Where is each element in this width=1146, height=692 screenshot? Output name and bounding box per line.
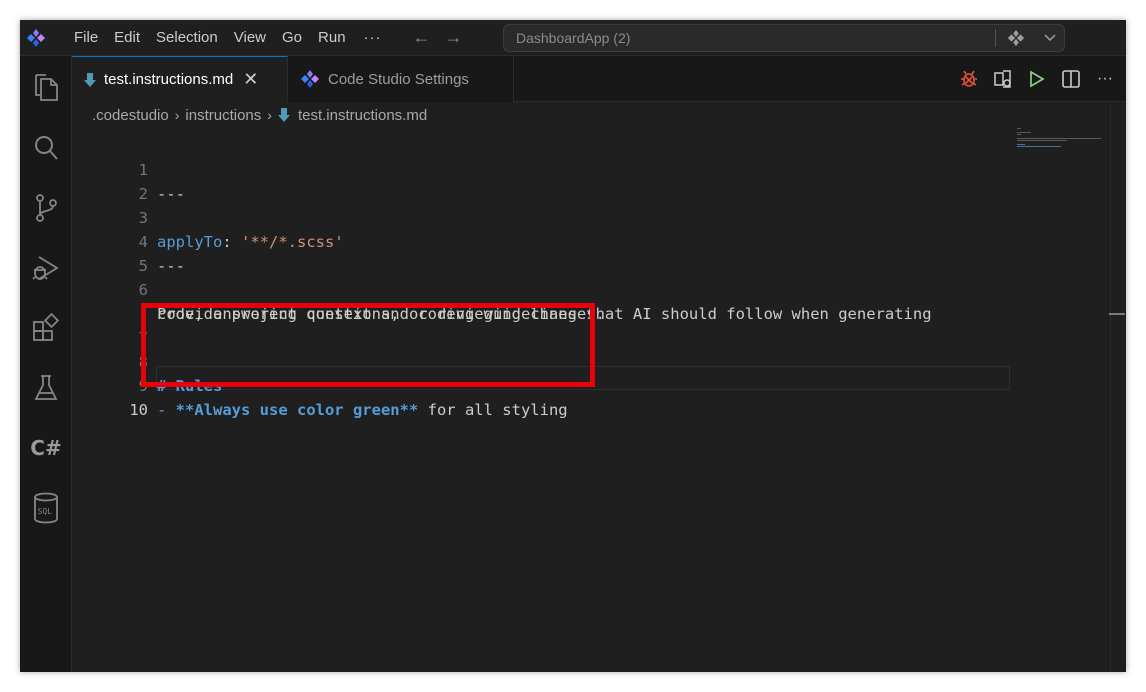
line-number: 10 bbox=[129, 401, 148, 419]
tab-code-studio-settings[interactable]: Code Studio Settings bbox=[288, 56, 514, 102]
csharp-label: C# bbox=[30, 436, 62, 460]
menu-edit[interactable]: Edit bbox=[106, 24, 148, 52]
minimap[interactable] bbox=[1017, 128, 1105, 158]
sql-icon[interactable]: SQL bbox=[28, 490, 64, 526]
bold-text: **Always use color green** bbox=[175, 401, 419, 419]
code-line-8[interactable]: 8 # Rules bbox=[72, 326, 1072, 395]
editor-actions: ··· bbox=[958, 56, 1116, 102]
command-center-text: DashboardApp (2) bbox=[516, 30, 631, 46]
menu-selection[interactable]: Selection bbox=[148, 24, 226, 52]
svg-text:SQL: SQL bbox=[38, 507, 53, 516]
code-line-2[interactable]: 2 bbox=[72, 158, 1072, 203]
activity-bar: C# SQL bbox=[20, 56, 72, 672]
forward-arrow-icon[interactable]: → bbox=[438, 27, 470, 48]
title-bar: File Edit Selection View Go Run ··· ← → … bbox=[20, 20, 1126, 56]
tab-test-instructions[interactable]: test.instructions.md ✕ bbox=[72, 56, 288, 102]
run-icon[interactable] bbox=[1026, 68, 1048, 90]
menu-go[interactable]: Go bbox=[274, 24, 310, 52]
code-line-1[interactable]: 1 --- bbox=[72, 134, 1072, 203]
code-line-6[interactable]: 6 Provide project context and coding gui… bbox=[72, 254, 1072, 323]
markdown-down-arrow-icon bbox=[84, 72, 96, 88]
tab-bar: test.instructions.md ✕ Code Studio Setti… bbox=[72, 56, 1126, 102]
back-arrow-icon[interactable]: ← bbox=[406, 27, 438, 48]
scrollbar-cursor-marker bbox=[1109, 313, 1125, 315]
app-logo-icon[interactable] bbox=[22, 24, 50, 52]
breadcrumb: .codestudio › instructions › test.instru… bbox=[92, 104, 427, 126]
list-bullet: - bbox=[157, 401, 176, 419]
menu-view[interactable]: View bbox=[226, 24, 274, 52]
code-studio-logo-icon bbox=[300, 69, 320, 89]
breadcrumb-folder-codestudio[interactable]: .codestudio bbox=[92, 107, 169, 124]
code-line-5[interactable]: 5 bbox=[72, 230, 1072, 275]
command-center-search[interactable]: DashboardApp (2) bbox=[503, 24, 1065, 52]
more-icon[interactable]: ··· bbox=[1094, 68, 1116, 90]
code-line-9[interactable]: 9 - **Always use color green** for all s… bbox=[72, 350, 1072, 419]
code-line-3[interactable]: 3 applyTo: '**/*.scss' bbox=[72, 182, 1072, 251]
explorer-icon[interactable] bbox=[28, 70, 64, 106]
chevron-down-icon[interactable] bbox=[1036, 34, 1064, 42]
search-icon[interactable] bbox=[28, 130, 64, 166]
breadcrumb-separator: › bbox=[267, 107, 272, 123]
tab-label: Code Studio Settings bbox=[328, 70, 469, 88]
copilot-icon[interactable] bbox=[996, 29, 1036, 47]
breadcrumb-folder-instructions[interactable]: instructions bbox=[185, 107, 261, 124]
close-icon[interactable]: ✕ bbox=[243, 69, 258, 90]
breadcrumb-file[interactable]: test.instructions.md bbox=[298, 107, 427, 124]
code-line-6-wrap[interactable]: code, answering questions, or reviewing … bbox=[72, 278, 1072, 323]
code-line-10[interactable]: 10 bbox=[72, 374, 1072, 419]
code-editor[interactable]: 1 --- 2 3 applyTo: '**/*.scss' 4 --- 5 6… bbox=[72, 126, 1126, 672]
plain-text: for all styling bbox=[418, 401, 568, 419]
vertical-scrollbar[interactable] bbox=[1110, 104, 1126, 672]
breadcrumb-separator: › bbox=[174, 107, 180, 123]
menu-bar: File Edit Selection View Go Run ··· ← → bbox=[66, 24, 470, 52]
markdown-down-arrow-icon bbox=[277, 107, 290, 123]
csharp-icon[interactable]: C# bbox=[28, 430, 64, 466]
compare-icon[interactable] bbox=[992, 68, 1014, 90]
line-content: - **Always use color green** for all sty… bbox=[157, 398, 568, 422]
code-line-4[interactable]: 4 --- bbox=[72, 206, 1072, 275]
extensions-icon[interactable] bbox=[28, 310, 64, 346]
menu-file[interactable]: File bbox=[66, 24, 106, 52]
run-debug-icon[interactable] bbox=[28, 250, 64, 286]
split-editor-icon[interactable] bbox=[1060, 68, 1082, 90]
menu-run[interactable]: Run bbox=[310, 24, 354, 52]
source-control-icon[interactable] bbox=[28, 190, 64, 226]
menu-more-button[interactable]: ··· bbox=[354, 29, 392, 46]
tab-label: test.instructions.md bbox=[104, 71, 234, 88]
ide-window: File Edit Selection View Go Run ··· ← → … bbox=[20, 20, 1126, 672]
code-line-7[interactable]: 7 bbox=[72, 302, 1072, 347]
bug-icon[interactable] bbox=[958, 68, 980, 90]
testing-icon[interactable] bbox=[28, 370, 64, 406]
